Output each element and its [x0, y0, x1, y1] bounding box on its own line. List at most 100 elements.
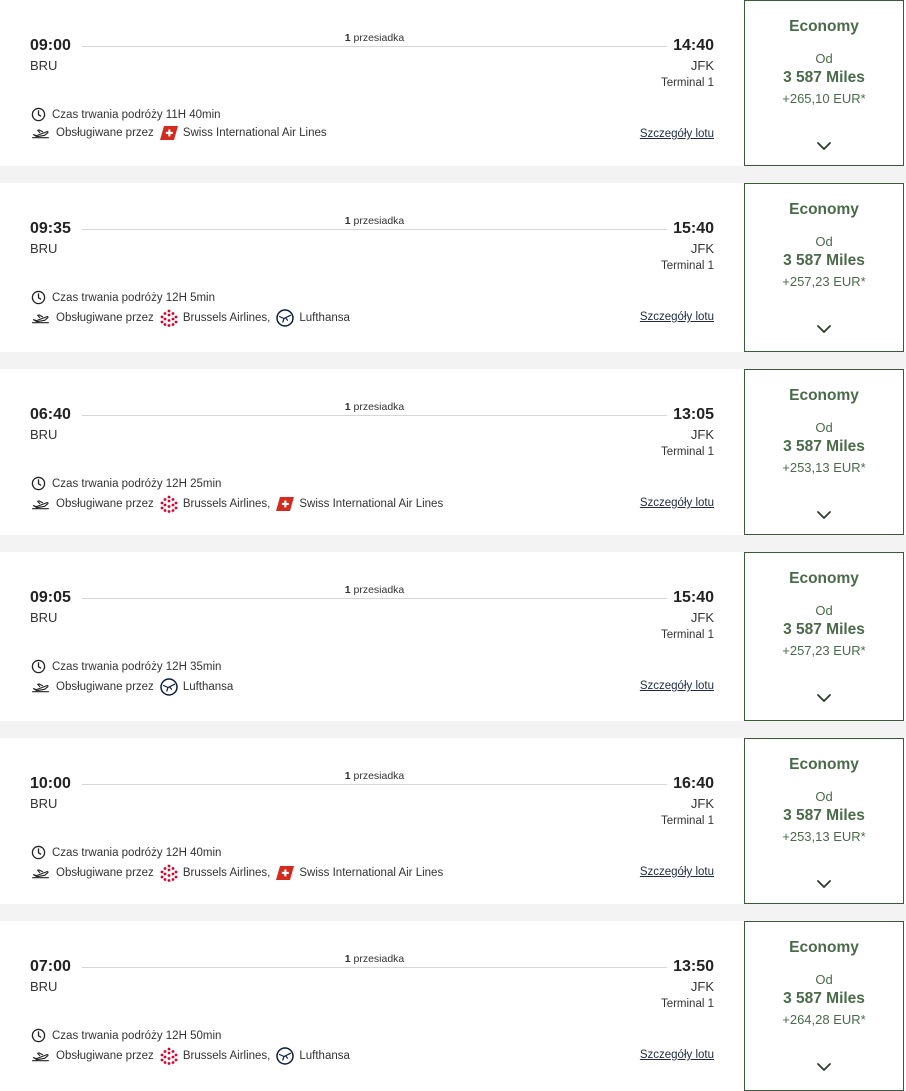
price-from-label: Od [815, 603, 833, 618]
fare-economy-button[interactable]: Economy Od 3 587 Miles +265,10 EUR* [744, 0, 904, 166]
operated-by: Obsługiwane przez Lufthansa [31, 678, 233, 696]
price-from-label: Od [815, 51, 833, 66]
stops-label: 1 przesiadka [344, 953, 405, 965]
route-line [82, 229, 667, 230]
price-eur: +264,28 EUR* [782, 1012, 866, 1027]
airline-name: Brussels Airlines, [182, 498, 271, 510]
arrival-terminal: Terminal 1 [660, 77, 714, 89]
airline-item: Lufthansa [160, 678, 234, 696]
flight-summary: 1 przesiadka 09:00 14:40 BRU JFK Terminal 1 Cz… [0, 0, 738, 166]
arrival-airport: JFK [690, 58, 714, 73]
arrival-terminal: Terminal 1 [660, 260, 714, 272]
price-eur: +253,13 EUR* [782, 829, 866, 844]
price-eur: +257,23 EUR* [782, 274, 866, 289]
flight-card: 1 przesiadka 09:05 15:40 BRU JFK Terminal 1 Cz… [0, 552, 906, 721]
clock-icon [31, 107, 46, 122]
flight-card: 1 przesiadka 06:40 13:05 BRU JFK Terminal 1 Cz… [0, 369, 906, 535]
cabin-class: Economy [789, 387, 859, 404]
plane-icon [31, 681, 50, 694]
clock-icon [31, 845, 46, 860]
airline-item: Lufthansa [276, 309, 350, 327]
departure-time: 07:00 [30, 958, 71, 975]
route-line [82, 598, 667, 599]
flight-details-link[interactable]: Szczegóły lotu [640, 1049, 714, 1061]
airline-item: Brussels Airlines, [160, 495, 271, 513]
brussels-logo-icon [160, 864, 178, 882]
lufthansa-logo-icon [160, 678, 178, 696]
airline-item: Swiss International Air Lines [276, 866, 443, 880]
price-eur: +253,13 EUR* [782, 460, 866, 475]
fare-economy-button[interactable]: Economy Od 3 587 Miles +257,23 EUR* [744, 552, 904, 721]
fare-economy-button[interactable]: Economy Od 3 587 Miles +253,13 EUR* [744, 738, 904, 904]
departure-airport: BRU [30, 610, 58, 625]
airline-item: Brussels Airlines, [160, 864, 271, 882]
flight-details-link[interactable]: Szczegóły lotu [640, 497, 714, 509]
arrival-time: 15:40 [673, 220, 714, 237]
price-eur: +265,10 EUR* [782, 91, 866, 106]
departure-time: 09:35 [30, 220, 71, 237]
plane-icon [31, 498, 50, 511]
chevron-down-icon[interactable] [745, 1062, 903, 1072]
arrival-terminal: Terminal 1 [660, 815, 714, 827]
departure-time: 06:40 [30, 406, 71, 423]
duration-label: Czas trwania podróży 12H 40min [52, 846, 222, 859]
plane-icon [31, 312, 50, 325]
fare-economy-button[interactable]: Economy Od 3 587 Miles +257,23 EUR* [744, 183, 904, 352]
operated-by: Obsługiwane przez Swiss International Air… [31, 126, 327, 140]
flight-details-link[interactable]: Szczegóły lotu [640, 866, 714, 878]
stops-label: 1 przesiadka [344, 770, 405, 782]
arrival-airport: JFK [690, 427, 714, 442]
trip-duration: Czas trwania podróży 12H 40min [31, 845, 221, 860]
lufthansa-logo-icon [276, 309, 295, 327]
flight-card: 1 przesiadka 09:35 15:40 BRU JFK Terminal 1 Cz… [0, 183, 906, 352]
price-from-label: Od [815, 234, 833, 249]
flight-card: 1 przesiadka 07:00 13:50 BRU JFK Terminal 1 Cz… [0, 921, 906, 1091]
arrival-time: 13:05 [673, 406, 714, 423]
arrival-airport: JFK [690, 241, 714, 256]
arrival-terminal: Terminal 1 [660, 998, 714, 1010]
arrival-airport: JFK [690, 796, 714, 811]
route-line [82, 46, 667, 47]
operated-by: Obsługiwane przez Brussels Airlines, Lufth… [31, 1047, 350, 1065]
trip-duration: Czas trwania podróży 11H 40min [31, 107, 221, 122]
price-miles: 3 587 Miles [783, 438, 865, 455]
clock-icon [31, 476, 46, 491]
fare-economy-button[interactable]: Economy Od 3 587 Miles +253,13 EUR* [744, 369, 904, 535]
airline-name: Lufthansa [299, 312, 350, 324]
plane-icon [31, 127, 50, 140]
departure-airport: BRU [30, 796, 58, 811]
arrival-time: 16:40 [673, 775, 714, 792]
airline-item: Brussels Airlines, [160, 309, 270, 327]
clock-icon [31, 659, 46, 674]
chevron-down-icon[interactable] [745, 879, 903, 889]
flight-card: 1 przesiadka 10:00 16:40 BRU JFK Terminal 1 Cz… [0, 738, 906, 904]
cabin-class: Economy [789, 18, 859, 35]
flight-summary: 1 przesiadka 10:00 16:40 BRU JFK Terminal 1 Cz… [0, 738, 738, 904]
airline-name: Lufthansa [182, 681, 234, 693]
operated-by: Obsługiwane przez Brussels Airlines, Lufth… [31, 309, 350, 327]
flight-details-link[interactable]: Szczegóły lotu [640, 680, 714, 692]
flight-details-link[interactable]: Szczegóły lotu [640, 128, 714, 140]
fare-economy-button[interactable]: Economy Od 3 587 Miles +264,28 EUR* [744, 921, 904, 1091]
price-from-label: Od [815, 789, 833, 804]
chevron-down-icon[interactable] [745, 510, 903, 520]
arrival-terminal: Terminal 1 [660, 629, 714, 641]
price-miles: 3 587 Miles [783, 807, 865, 824]
brussels-logo-icon [160, 1047, 178, 1065]
trip-duration: Czas trwania podróży 12H 50min [31, 1028, 221, 1043]
chevron-down-icon[interactable] [745, 141, 903, 151]
airline-item: Lufthansa [276, 1047, 350, 1065]
flight-details-link[interactable]: Szczegóły lotu [640, 311, 714, 323]
airline-name: Swiss International Air Lines [182, 127, 327, 139]
chevron-down-icon[interactable] [745, 324, 903, 334]
route-line [82, 415, 667, 416]
airline-name: Brussels Airlines, [182, 867, 271, 879]
cabin-class: Economy [789, 939, 859, 956]
operated-by: Obsługiwane przez Brussels Airlines, Swiss… [31, 495, 443, 513]
arrival-time: 13:50 [673, 958, 714, 975]
trip-duration: Czas trwania podróży 12H 25min [31, 476, 221, 491]
chevron-down-icon[interactable] [745, 693, 903, 703]
cabin-class: Economy [789, 201, 859, 218]
airline-name: Swiss International Air Lines [299, 498, 444, 510]
arrival-time: 15:40 [673, 589, 714, 606]
